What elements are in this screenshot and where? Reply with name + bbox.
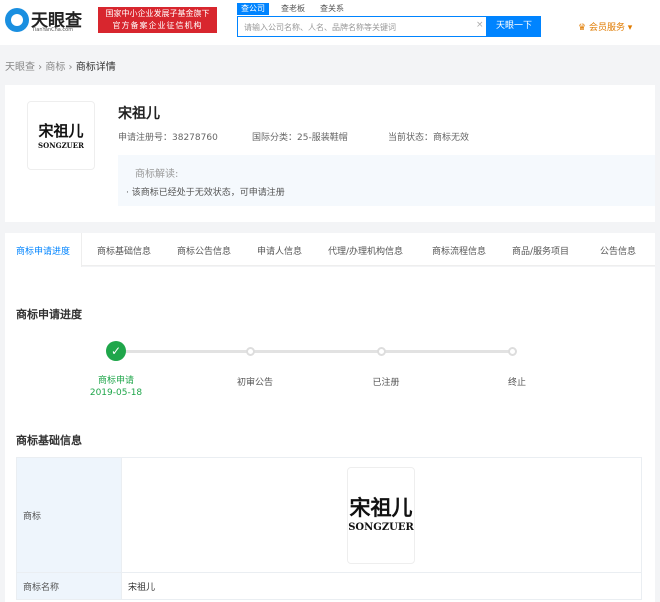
row-value: 宋祖儿 xyxy=(121,572,642,600)
trademark-image: 宋祖儿 SONGZUER xyxy=(347,466,415,564)
check-icon: ✓ xyxy=(106,341,126,361)
step-label: 已注册 xyxy=(372,378,400,388)
search-button[interactable]: 天眼一下 xyxy=(487,16,541,37)
interpretation-box: 商标解读: · 该商标已经处于无效状态，可申请注册 xyxy=(118,155,655,206)
step-date: 2019-05-18 xyxy=(89,388,143,398)
reg-number: 申请注册号：38278760 xyxy=(118,133,218,143)
row-label: 商标名称 xyxy=(16,572,122,600)
clear-icon[interactable]: × xyxy=(476,20,484,30)
logo-en: SONGZUER xyxy=(348,521,414,533)
step-dot xyxy=(377,347,386,356)
step-label: 初审公告 xyxy=(236,378,273,388)
step-dot xyxy=(246,347,255,356)
row-label: 商标 xyxy=(16,457,122,573)
step-dot xyxy=(508,347,517,356)
logo-cn: 宋祖儿 xyxy=(349,494,413,520)
badge-line1: 国家中小企业发展子基金旗下 xyxy=(105,9,210,18)
tianyancha-logo-icon[interactable] xyxy=(5,8,29,32)
logo-en: SONGZUER xyxy=(38,141,84,150)
tab-process[interactable]: 商标流程信息 xyxy=(432,244,486,257)
badge-line2: 官方备案企业征信机构 xyxy=(112,21,203,30)
interp-item: · 该商标已经处于无效状态，可申请注册 xyxy=(126,188,285,198)
breadcrumb: 天眼查 › 商标 › 商标详情 xyxy=(5,62,116,73)
breadcrumb-trademark[interactable]: 商标 xyxy=(45,62,65,73)
basic-info-table: 商标 宋祖儿 SONGZUER 商标名称 宋祖儿 xyxy=(16,457,642,600)
basic-section-title: 商标基础信息 xyxy=(16,434,82,447)
crown-icon: ♛ xyxy=(578,23,589,33)
step-label: 终止 xyxy=(507,378,526,388)
tab-search-boss[interactable]: 查老板 xyxy=(277,3,309,15)
tab-agency[interactable]: 代理/办理机构信息 xyxy=(328,244,403,257)
tab-notices[interactable]: 公告信息 xyxy=(600,244,636,257)
progress-line xyxy=(120,350,513,353)
tab-basic-info[interactable]: 商标基础信息 xyxy=(97,244,151,257)
breadcrumb-current: 商标详情 xyxy=(75,62,116,73)
tab-goods-services[interactable]: 商品/服务项目 xyxy=(512,244,569,257)
tab-search-company[interactable]: 查公司 xyxy=(237,3,269,15)
breadcrumb-home[interactable]: 天眼查 xyxy=(5,62,35,73)
member-label: 会员服务 ▾ xyxy=(588,23,633,33)
trademark-logo: 宋祖儿 SONGZUER xyxy=(27,101,95,170)
tab-announcement-info[interactable]: 商标公告信息 xyxy=(177,244,231,257)
tab-applicant[interactable]: 申请人信息 xyxy=(257,244,302,257)
row-value: 宋祖儿 SONGZUER xyxy=(121,457,642,573)
interp-title: 商标解读: xyxy=(135,169,179,180)
progress-section-title: 商标申请进度 xyxy=(16,308,82,321)
step-label: 商标申请 xyxy=(97,376,134,386)
interp-text: 该商标已经处于无效状态，可申请注册 xyxy=(131,188,285,198)
member-service-menu[interactable]: ♛ 会员服务 ▾ xyxy=(578,20,632,33)
tab-progress[interactable]: 商标申请进度 xyxy=(16,244,70,257)
table-row: 商标 宋祖儿 SONGZUER xyxy=(16,457,642,573)
intl-class: 国际分类：25-服装鞋帽 xyxy=(252,133,348,143)
trademark-title: 宋祖儿 xyxy=(118,106,160,122)
tab-search-relation[interactable]: 查关系 xyxy=(316,3,348,15)
logo-cn: 宋祖儿 xyxy=(38,122,84,140)
search-input[interactable]: 请输入公司名称、人名、品牌名称等关键词 xyxy=(237,16,487,37)
table-row: 商标名称 宋祖儿 xyxy=(16,572,642,600)
logo-subtext: TianYanCha.com xyxy=(32,27,74,33)
official-badge: 国家中小企业发展子基金旗下 官方备案企业征信机构 xyxy=(98,7,217,33)
current-status: 当前状态：商标无效 xyxy=(388,133,470,143)
